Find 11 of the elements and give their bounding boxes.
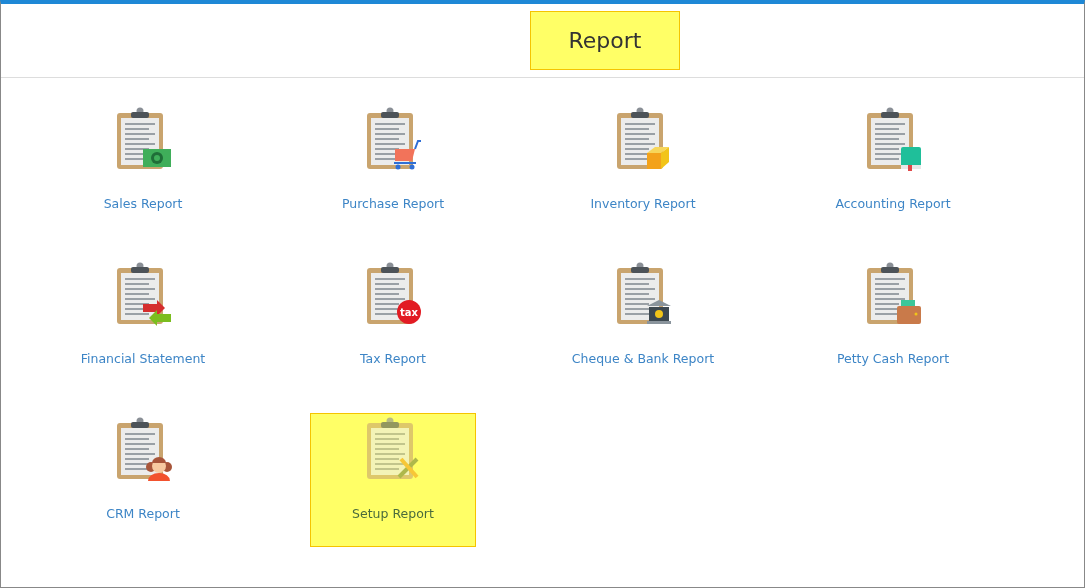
report-tile[interactable]: Cheque & Bank Report [560, 258, 726, 392]
report-tile[interactable]: tax Tax Report [310, 258, 476, 392]
report-tile[interactable]: Purchase Report [310, 103, 476, 237]
report-tile[interactable]: CRM Report [60, 413, 226, 547]
report-tile[interactable]: Petty Cash Report [810, 258, 976, 392]
report-tile[interactable]: Sales Report [60, 103, 226, 237]
page-title: Report [529, 11, 681, 70]
report-tile[interactable]: Setup Report [310, 413, 476, 547]
report-tile[interactable]: Inventory Report [560, 103, 726, 237]
report-tile[interactable]: Financial Statement [60, 258, 226, 392]
report-tile[interactable]: Accounting Report [810, 103, 976, 237]
